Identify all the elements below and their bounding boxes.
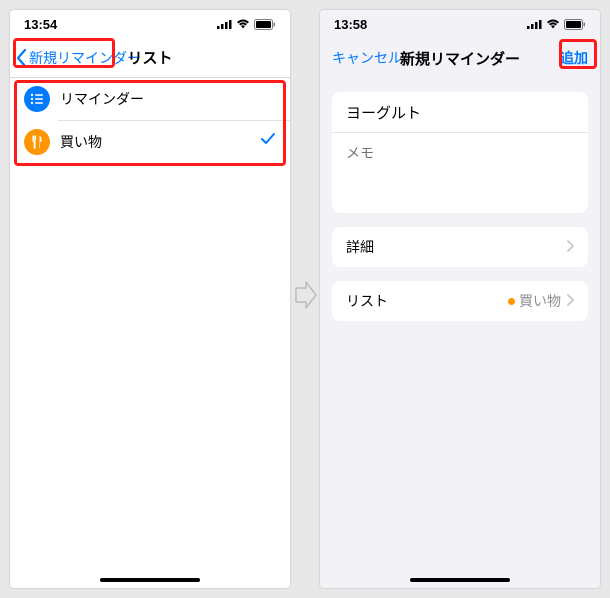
- nav-bar: 新規リマインダー リスト: [10, 38, 290, 78]
- cancel-button[interactable]: キャンセル: [326, 48, 408, 68]
- add-button[interactable]: 追加: [554, 48, 594, 68]
- details-label: 詳細: [346, 237, 561, 257]
- list-value: 買い物: [508, 291, 561, 311]
- wifi-icon: [546, 19, 560, 29]
- status-time: 13:58: [334, 17, 367, 32]
- status-time: 13:54: [24, 17, 57, 32]
- status-indicators: [527, 19, 586, 30]
- list-row-label: リマインダー: [60, 89, 276, 109]
- wifi-icon: [236, 19, 250, 29]
- arrow-right-icon: [294, 280, 318, 310]
- back-label: 新規リマインダー: [29, 48, 141, 68]
- list-label: リスト: [346, 291, 508, 311]
- list-bullet-icon: [24, 86, 50, 112]
- status-bar: 13:54: [10, 10, 290, 38]
- title-field-row[interactable]: [332, 92, 588, 132]
- list-value-text: 買い物: [519, 291, 561, 311]
- status-indicators: [217, 19, 276, 30]
- reminder-memo-input[interactable]: [346, 143, 574, 203]
- status-bar: 13:58: [320, 10, 600, 38]
- memo-field-row[interactable]: [332, 132, 588, 213]
- utensils-icon: [24, 129, 50, 155]
- phone-left-screen: 13:54 新規リマインダー リスト リマインダー: [10, 10, 290, 588]
- home-indicator[interactable]: [100, 578, 200, 582]
- details-card: 詳細: [332, 227, 588, 267]
- list-selection: リマインダー 買い物: [10, 78, 290, 163]
- battery-icon: [254, 19, 276, 30]
- cellular-signal-icon: [527, 19, 542, 29]
- list-selector-row[interactable]: リスト 買い物: [332, 281, 588, 321]
- checkmark-icon: [260, 132, 276, 151]
- title-memo-card: [332, 92, 588, 213]
- nav-bar: キャンセル 新規リマインダー 追加: [320, 38, 600, 78]
- home-indicator[interactable]: [410, 578, 510, 582]
- chevron-right-icon: [567, 293, 574, 309]
- cellular-signal-icon: [217, 19, 232, 29]
- reminder-title-input[interactable]: [346, 104, 574, 121]
- list-card: リスト 買い物: [332, 281, 588, 321]
- list-row-reminders[interactable]: リマインダー: [10, 78, 290, 120]
- list-row-label: 買い物: [60, 132, 260, 152]
- orange-dot-icon: [508, 298, 515, 305]
- details-row[interactable]: 詳細: [332, 227, 588, 267]
- chevron-right-icon: [567, 239, 574, 255]
- battery-icon: [564, 19, 586, 30]
- chevron-left-icon: [16, 49, 27, 67]
- back-button[interactable]: 新規リマインダー: [16, 48, 141, 68]
- form-content: 詳細 リスト 買い物: [320, 78, 600, 588]
- phone-right-screen: 13:58 キャンセル 新規リマインダー 追加: [320, 10, 600, 588]
- list-row-shopping[interactable]: 買い物: [10, 121, 290, 163]
